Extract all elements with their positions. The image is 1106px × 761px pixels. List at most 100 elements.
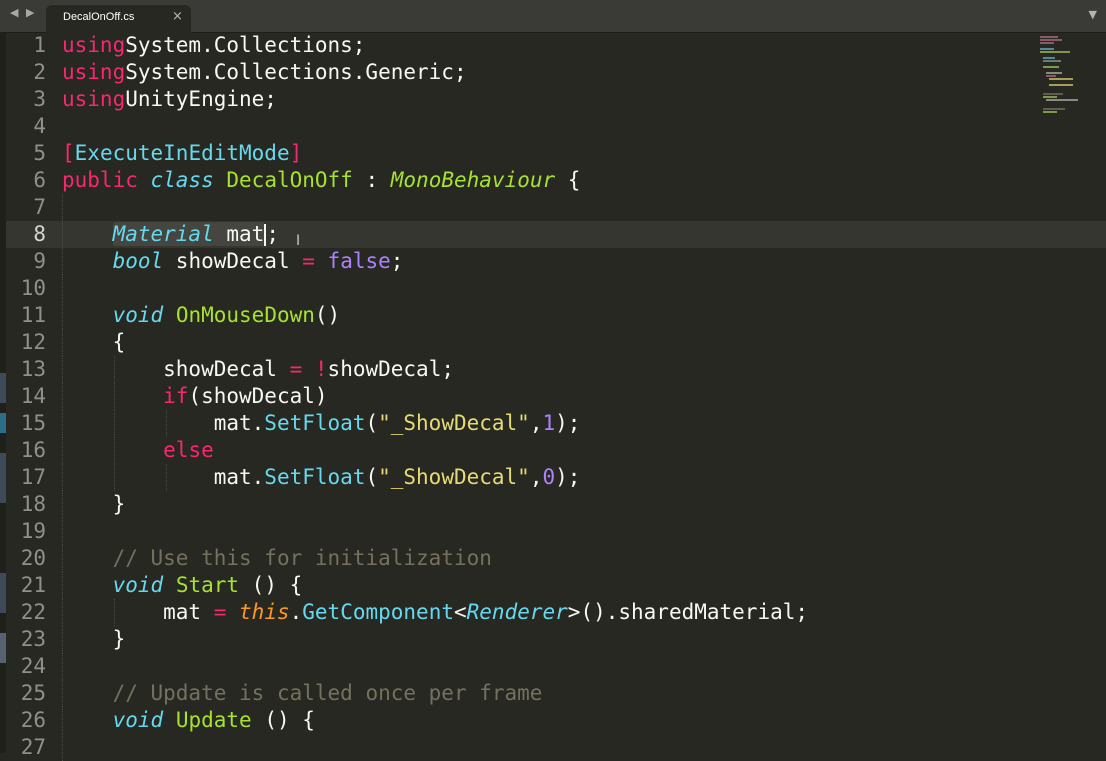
code-line[interactable]: 6 public class DecalOnOff : MonoBehaviour… — [6, 167, 1106, 194]
code-token: mat — [62, 600, 214, 624]
code-token: { — [555, 168, 581, 192]
code-line[interactable]: 27 — [6, 734, 1106, 761]
code-token: UnityEngine; — [125, 87, 277, 111]
code-text: usingSystem.Collections.Generic; — [62, 59, 467, 86]
code-token: } — [62, 627, 126, 651]
code-token: using — [62, 87, 126, 111]
code-text: { — [62, 329, 126, 356]
code-token: void — [112, 573, 164, 597]
code-token: , — [529, 411, 543, 435]
line-number: 17 — [20, 465, 46, 489]
code-line[interactable]: 4 — [6, 113, 1106, 140]
code-text: else — [62, 437, 214, 464]
code-line[interactable]: 10 — [6, 275, 1106, 302]
code-token: if — [163, 384, 189, 408]
code-token: showDecal; — [327, 357, 454, 381]
code-line[interactable]: 26 void Update () { — [6, 707, 1106, 734]
code-line[interactable]: 1 usingSystem.Collections; — [6, 32, 1106, 59]
code-token: ( — [365, 411, 379, 435]
code-token: Update — [175, 708, 252, 732]
code-token: Material — [112, 222, 214, 246]
line-number: 24 — [20, 654, 46, 678]
code-token: System.Collections.Generic; — [125, 60, 467, 84]
tab-label: DecalOnOff.cs — [63, 11, 135, 23]
code-line[interactable]: 21 void Start () { — [6, 572, 1106, 599]
line-number: 10 — [20, 276, 46, 300]
code-text: mat = this.GetComponent<Renderer>().shar… — [62, 599, 808, 626]
code-text: public class DecalOnOff : MonoBehaviour … — [62, 167, 580, 194]
code-line[interactable]: 17 mat.SetFloat("_ShowDecal",0); — [6, 464, 1106, 491]
code-token: showDecal — [62, 357, 290, 381]
line-number: 16 — [20, 438, 46, 462]
code-text: usingSystem.Collections; — [62, 32, 365, 59]
tab-nav-arrows-icon[interactable]: ◀ ▶ — [10, 6, 36, 19]
line-number: 9 — [33, 249, 46, 273]
code-token: MonoBehaviour — [390, 168, 556, 192]
code-line[interactable]: 7 — [6, 194, 1106, 221]
line-number: 5 — [33, 141, 46, 165]
code-token: class — [150, 168, 214, 192]
line-number: 27 — [20, 735, 46, 759]
line-number: 7 — [33, 195, 46, 219]
code-token: void — [112, 303, 164, 327]
code-text: Material mat; — [62, 221, 279, 248]
code-line[interactable]: 8 Material mat; I — [6, 221, 1106, 249]
code-line[interactable]: 9 bool showDecal = false; — [6, 248, 1106, 275]
code-token: System.Collections; — [125, 33, 366, 57]
code-token: SetFloat — [264, 465, 366, 489]
code-text: bool showDecal = false; — [62, 248, 404, 275]
code-token: // Use this for initialization — [112, 546, 492, 570]
code-token: 1 — [542, 411, 556, 435]
line-number: 19 — [20, 519, 46, 543]
code-line[interactable]: 24 — [6, 653, 1106, 680]
code-line[interactable]: 12 { — [6, 329, 1106, 356]
code-line[interactable]: 19 — [6, 518, 1106, 545]
chevron-down-icon[interactable]: ▼ — [1089, 8, 1097, 21]
code-line[interactable]: 11 void OnMouseDown() — [6, 302, 1106, 329]
code-line[interactable]: 22 mat = this.GetComponent<Renderer>().s… — [6, 599, 1106, 626]
code-token: ! — [314, 357, 328, 381]
code-line[interactable]: 13 showDecal = !showDecal; — [6, 356, 1106, 383]
code-token: >().sharedMaterial; — [567, 600, 809, 624]
line-number: 12 — [20, 330, 46, 354]
code-token: mat — [213, 222, 265, 246]
code-line[interactable]: 16 else — [6, 437, 1106, 464]
line-number: 13 — [20, 357, 46, 381]
code-token: ; — [266, 222, 279, 246]
code-token: { — [62, 330, 126, 354]
code-token: using — [62, 33, 126, 57]
line-number: 22 — [20, 600, 46, 624]
close-icon[interactable]: × — [172, 9, 183, 24]
minimap[interactable] — [1036, 36, 1096, 116]
code-token: () — [314, 303, 341, 327]
code-line[interactable]: 15 mat.SetFloat("_ShowDecal",1); — [6, 410, 1106, 437]
code-line[interactable]: 25 // Update is called once per frame — [6, 680, 1106, 707]
code-line[interactable]: 2 usingSystem.Collections.Generic; — [6, 59, 1106, 86]
code-line[interactable]: 20 // Use this for initialization — [6, 545, 1106, 572]
code-text: mat.SetFloat("_ShowDecal",0); — [62, 464, 581, 491]
code-line[interactable]: 5 [ExecuteInEditMode] — [6, 140, 1106, 167]
code-line[interactable]: 14 if(showDecal) — [6, 383, 1106, 410]
code-token: "_ShowDecal" — [378, 411, 530, 435]
code-editor[interactable]: 1 usingSystem.Collections; 2 usingSystem.Co… — [6, 32, 1106, 761]
code-line[interactable]: 23 } — [6, 626, 1106, 653]
code-token: showDecal — [163, 249, 303, 273]
code-line[interactable]: 18 } — [6, 491, 1106, 518]
line-number: 25 — [20, 681, 46, 705]
code-token: void — [112, 708, 164, 732]
code-line[interactable]: 3 usingUnityEngine; — [6, 86, 1106, 113]
tab-decalonoff[interactable]: DecalOnOff.cs × — [46, 5, 191, 33]
line-number: 23 — [20, 627, 46, 651]
